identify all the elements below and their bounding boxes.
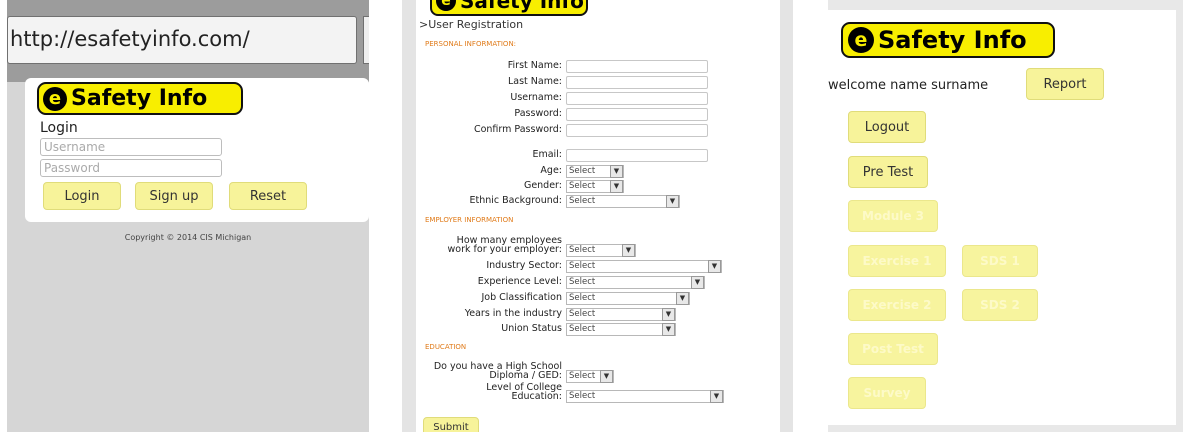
sds-2-button[interactable]: SDS 2	[962, 289, 1038, 321]
email-input[interactable]	[566, 149, 708, 162]
first-name-label: First Name:	[507, 60, 562, 71]
college-select[interactable]: Select ▼	[566, 390, 724, 403]
password-label: Password:	[514, 108, 562, 119]
login-title: Login	[40, 120, 78, 136]
logo-text: Safety Info	[460, 0, 584, 13]
report-button[interactable]: Report	[1026, 68, 1104, 100]
menu-screen: e Safety Info welcome name surname Repor…	[828, 0, 1183, 432]
gender-select[interactable]: Select ▼	[566, 180, 624, 193]
module-3-button[interactable]: Module 3	[848, 200, 938, 232]
diploma-label-line2: Diploma / GED:	[489, 370, 562, 381]
select-value: Select	[569, 166, 596, 176]
job-classification-label: Job Classification	[481, 292, 562, 303]
select-value: Select	[569, 371, 596, 381]
job-classification-select[interactable]: Select ▼	[566, 292, 690, 305]
welcome-text: welcome name surname	[828, 78, 989, 93]
select-value: Select	[569, 293, 596, 303]
e-logo-icon: e	[848, 27, 874, 53]
section-education: EDUCATION	[425, 343, 467, 351]
pre-test-button[interactable]: Pre Test	[848, 156, 928, 188]
main-menu: e Safety Info welcome name surname Repor…	[828, 10, 1176, 425]
chevron-down-icon: ▼	[666, 195, 679, 208]
chevron-down-icon: ▼	[662, 323, 675, 336]
logout-button[interactable]: Logout	[848, 111, 926, 143]
confirm-password-label: Confirm Password:	[473, 124, 562, 135]
exercise-2-button[interactable]: Exercise 2	[848, 289, 946, 321]
login-card: e Safety Info Login Username Password Lo…	[25, 78, 369, 222]
signup-button[interactable]: Sign up	[135, 182, 213, 210]
esafety-logo: e Safety Info	[430, 0, 588, 16]
chevron-down-icon: ▼	[600, 370, 613, 383]
esafety-logo: e Safety Info	[841, 22, 1055, 58]
confirm-password-input[interactable]	[566, 124, 708, 137]
diploma-select[interactable]: Select ▼	[566, 370, 614, 383]
last-name-label: Last Name:	[507, 76, 562, 87]
reset-button[interactable]: Reset	[229, 182, 307, 210]
e-logo-icon: e	[436, 0, 456, 11]
first-name-input[interactable]	[566, 60, 708, 73]
address-bar[interactable]: http://esafetyinfo.com/	[7, 16, 357, 64]
chevron-down-icon: ▼	[610, 180, 623, 193]
chevron-down-icon: ▼	[691, 276, 704, 289]
college-label-line2: Education:	[511, 391, 563, 402]
select-value: Select	[569, 261, 596, 271]
login-screen: http://esafetyinfo.com/ e Safety Info Lo…	[7, 0, 369, 432]
browser-toolbar: http://esafetyinfo.com/	[7, 0, 369, 82]
ethnic-background-select[interactable]: Select ▼	[566, 195, 680, 208]
chevron-down-icon: ▼	[708, 260, 721, 273]
chevron-down-icon: ▼	[710, 390, 723, 403]
login-button[interactable]: Login	[43, 182, 121, 210]
chevron-down-icon: ▼	[662, 308, 675, 321]
experience-level-label: Experience Level:	[477, 276, 562, 287]
select-value: Select	[569, 277, 596, 287]
username-input[interactable]: Username	[40, 138, 222, 156]
exercise-1-button[interactable]: Exercise 1	[848, 245, 946, 277]
select-value: Select	[569, 324, 596, 334]
chevron-down-icon: ▼	[622, 244, 635, 257]
logo-text: Safety Info	[878, 26, 1027, 54]
years-in-industry-label: Years in the industry	[464, 308, 562, 319]
survey-button[interactable]: Survey	[848, 377, 926, 409]
employees-label-line2: work for your employer:	[447, 244, 562, 255]
chevron-down-icon: ▼	[610, 165, 623, 178]
email-label: Email:	[532, 149, 562, 160]
select-value: Select	[569, 196, 596, 206]
select-value: Select	[569, 181, 596, 191]
username-label: Username:	[510, 92, 562, 103]
gender-label: Gender:	[523, 180, 562, 191]
submit-button[interactable]: Submit	[423, 417, 479, 432]
username-input[interactable]	[566, 92, 708, 105]
chevron-down-icon: ▼	[676, 292, 689, 305]
select-value: Select	[569, 391, 596, 401]
registration-form: e Safety Info >User Registration PERSONA…	[416, 0, 780, 432]
post-test-button[interactable]: Post Test	[848, 333, 938, 365]
union-status-select[interactable]: Select ▼	[566, 323, 676, 336]
experience-level-select[interactable]: Select ▼	[566, 276, 705, 289]
section-personal: PERSONAL INFORMATION:	[425, 40, 517, 48]
select-value: Select	[569, 245, 596, 255]
age-label: Age:	[540, 165, 562, 176]
e-logo-icon: e	[43, 86, 67, 111]
age-select[interactable]: Select ▼	[566, 165, 624, 178]
copyright-text: Copyright © 2014 CIS Michigan	[124, 233, 252, 242]
section-employer: EMPLOYER INFORMATION	[425, 216, 514, 224]
select-value: Select	[569, 309, 596, 319]
registration-screen: e Safety Info >User Registration PERSONA…	[402, 0, 793, 432]
esafety-logo: e Safety Info	[37, 82, 243, 115]
toolbar-button[interactable]	[363, 16, 369, 64]
breadcrumb: >User Registration	[419, 18, 524, 31]
password-input[interactable]: Password	[40, 159, 222, 177]
employees-select[interactable]: Select ▼	[566, 244, 636, 257]
sds-1-button[interactable]: SDS 1	[962, 245, 1038, 277]
ethnic-background-label: Ethnic Background:	[469, 195, 562, 206]
last-name-input[interactable]	[566, 76, 708, 89]
password-input[interactable]	[566, 108, 708, 121]
logo-text: Safety Info	[71, 86, 208, 111]
industry-sector-label: Industry Sector:	[486, 260, 562, 271]
years-in-industry-select[interactable]: Select ▼	[566, 308, 676, 321]
union-status-label: Union Status	[501, 323, 562, 334]
industry-sector-select[interactable]: Select ▼	[566, 260, 722, 273]
